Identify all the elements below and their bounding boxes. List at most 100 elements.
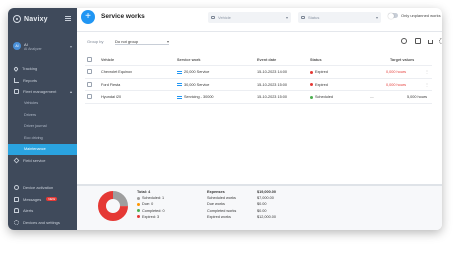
sidebar-item-label: Driver journal (24, 124, 47, 129)
service-icon (177, 70, 182, 74)
column-header-service-work[interactable]: Service work (177, 58, 200, 62)
chevron-down-icon: ▾ (69, 44, 72, 49)
vehicle-cell: Ford Fiesta (101, 82, 121, 87)
date-cell: 15-10-2023 15:00 (257, 82, 287, 87)
sidebar-item-label: Maintenance (24, 147, 46, 152)
sidebar-item-label: Device activation (23, 185, 54, 191)
status-dot (310, 70, 313, 74)
expense-row: Expired works $12,000.00 (207, 214, 279, 220)
sidebar-item-label: Messages (23, 196, 42, 202)
sidebar-item-drivers[interactable]: Drivers (8, 109, 77, 121)
status-cell: Expired (310, 83, 328, 87)
sidebar-item-vehicles[interactable]: Vehicles (8, 98, 77, 110)
service-cell: 30,000 Service (177, 83, 209, 87)
toggle-switch[interactable] (388, 12, 398, 19)
status-text: Scheduled (315, 95, 333, 99)
vehicle-icon (211, 16, 215, 19)
select-all-checkbox[interactable] (87, 57, 92, 62)
service-name: 30,000 Service (184, 82, 210, 87)
row-checkbox[interactable] (87, 69, 92, 74)
sidebar-item-driver-journal[interactable]: Driver journal (8, 121, 77, 133)
status-pie-chart (97, 190, 129, 222)
column-header-status[interactable]: Status (310, 58, 322, 62)
pin-icon (13, 65, 19, 72)
service-works-table: Vehicle Service work Event date Status T… (85, 56, 432, 104)
status-filter[interactable]: Status ▾ (298, 12, 381, 23)
table-row[interactable]: Hyundai i20 Servicing - 30000 15-10-2023… (85, 91, 432, 104)
sidebar-item-reports[interactable]: Reports (8, 75, 77, 87)
status-dot (310, 95, 313, 99)
row-checkbox[interactable] (87, 81, 92, 87)
bell-icon (14, 208, 19, 214)
sidebar-item-device-activation[interactable]: Device activation (8, 182, 77, 194)
status-cell: Expired (310, 70, 328, 74)
service-cell: Servicing - 30000 (177, 95, 214, 99)
sidebar: Navixy AI AI AI Analyzer ▾ Tracking Repo… (8, 8, 77, 230)
sidebar-item-eco-driving[interactable]: Eco driving (8, 132, 77, 144)
gear-icon (14, 219, 19, 225)
sidebar-item-field-service[interactable]: Field service (8, 155, 77, 167)
sidebar-lower-nav: Device activation Messages NEW Alerts De… (8, 182, 77, 228)
pie-svg (98, 191, 128, 221)
row-menu-icon[interactable]: ⋮ (425, 82, 429, 87)
sidebar-item-label: Field service (23, 158, 46, 164)
group-by-select[interactable]: Do not group ▾ (115, 37, 169, 45)
sidebar-item-maintenance[interactable]: Maintenance (8, 143, 77, 155)
search-icon[interactable] (401, 38, 407, 44)
app-window: Navixy AI AI AI Analyzer ▾ Tracking Repo… (8, 8, 442, 230)
sidebar-item-label: Reports (23, 77, 38, 83)
cube-icon (13, 157, 20, 164)
chevron-down-icon: ▾ (285, 15, 288, 20)
table-toolbar: Group by Do not group ▾ (77, 33, 442, 50)
sidebar-item-label: Eco driving (24, 135, 43, 140)
vehicle-filter[interactable]: Vehicle ▾ (208, 12, 291, 23)
sidebar-item-alerts[interactable]: Alerts (8, 205, 77, 217)
row-menu-icon[interactable]: ⋮ (425, 69, 429, 74)
avatar: AI (13, 42, 21, 50)
target-value-cell: 5,000 hours (407, 95, 428, 99)
expenses-summary: Expenses $19,000.00 Scheduled works $7,000… (207, 189, 279, 220)
vehicle-cell: Chevrolet Equinox (101, 70, 133, 74)
toggle-label: Only unplanned works (401, 13, 441, 18)
target-value-cell: 0,000 hours (386, 70, 407, 74)
sidebar-item-messages[interactable]: Messages NEW (8, 194, 77, 206)
add-service-work-button[interactable]: + (81, 10, 95, 24)
menu-icon[interactable] (65, 16, 71, 21)
legend-swatch (137, 196, 140, 200)
table-row[interactable]: Chevrolet Equinox 20,000 Service 15-10-2… (85, 66, 432, 79)
column-header-target-values[interactable]: Target values (390, 58, 414, 62)
sidebar-item-devices-settings[interactable]: Devices and settings (8, 217, 77, 229)
legend-swatch (137, 203, 140, 206)
gear-icon[interactable] (439, 38, 442, 44)
service-name: 20,000 Service (184, 70, 210, 74)
brand-name: Navixy (24, 15, 48, 23)
user-menu[interactable]: AI AI AI Analyzer ▾ (13, 41, 73, 55)
unplanned-toggle[interactable]: Only unplanned works (388, 12, 441, 19)
table-header: Vehicle Service work Event date Status T… (85, 56, 432, 66)
date-cell: 15-10-2023 14:00 (257, 70, 287, 74)
target-value-cell: 0,000 hours (386, 82, 407, 87)
status-dot (310, 83, 313, 86)
print-icon[interactable] (415, 38, 421, 44)
sidebar-item-label: Tracking (22, 66, 38, 72)
column-header-event-date[interactable]: Event date (257, 58, 276, 62)
table-row[interactable]: Ford Fiesta 30,000 Service 15-10-2023 15… (85, 79, 432, 91)
legend-swatch (137, 209, 140, 213)
sidebar-item-label: Vehicles (24, 101, 39, 106)
sidebar-item-label: Alerts (23, 208, 34, 214)
status-legend: Total: 4 Scheduled: 1 Due: 0 Completed: … (137, 189, 165, 220)
sidebar-item-fleet-management[interactable]: Fleet management ▴ (8, 86, 77, 98)
expense-value: $12,000.00 (257, 214, 277, 219)
service-icon (177, 83, 182, 86)
chart-icon (14, 77, 19, 83)
vehicle-cell: Hyundai i20 (101, 95, 122, 99)
chevron-down-icon: ▾ (166, 39, 169, 44)
group-by-value: Do not group (115, 39, 139, 44)
column-header-vehicle[interactable]: Vehicle (101, 58, 114, 62)
sidebar-item-tracking[interactable]: Tracking (8, 63, 77, 75)
main-content: + Service works Vehicle ▾ Status ▾ Only … (77, 8, 442, 230)
expense-label: Expired works (207, 214, 231, 219)
legend-item: Expired: 3 (137, 214, 165, 220)
row-checkbox[interactable] (87, 94, 92, 99)
download-icon[interactable] (428, 40, 433, 44)
